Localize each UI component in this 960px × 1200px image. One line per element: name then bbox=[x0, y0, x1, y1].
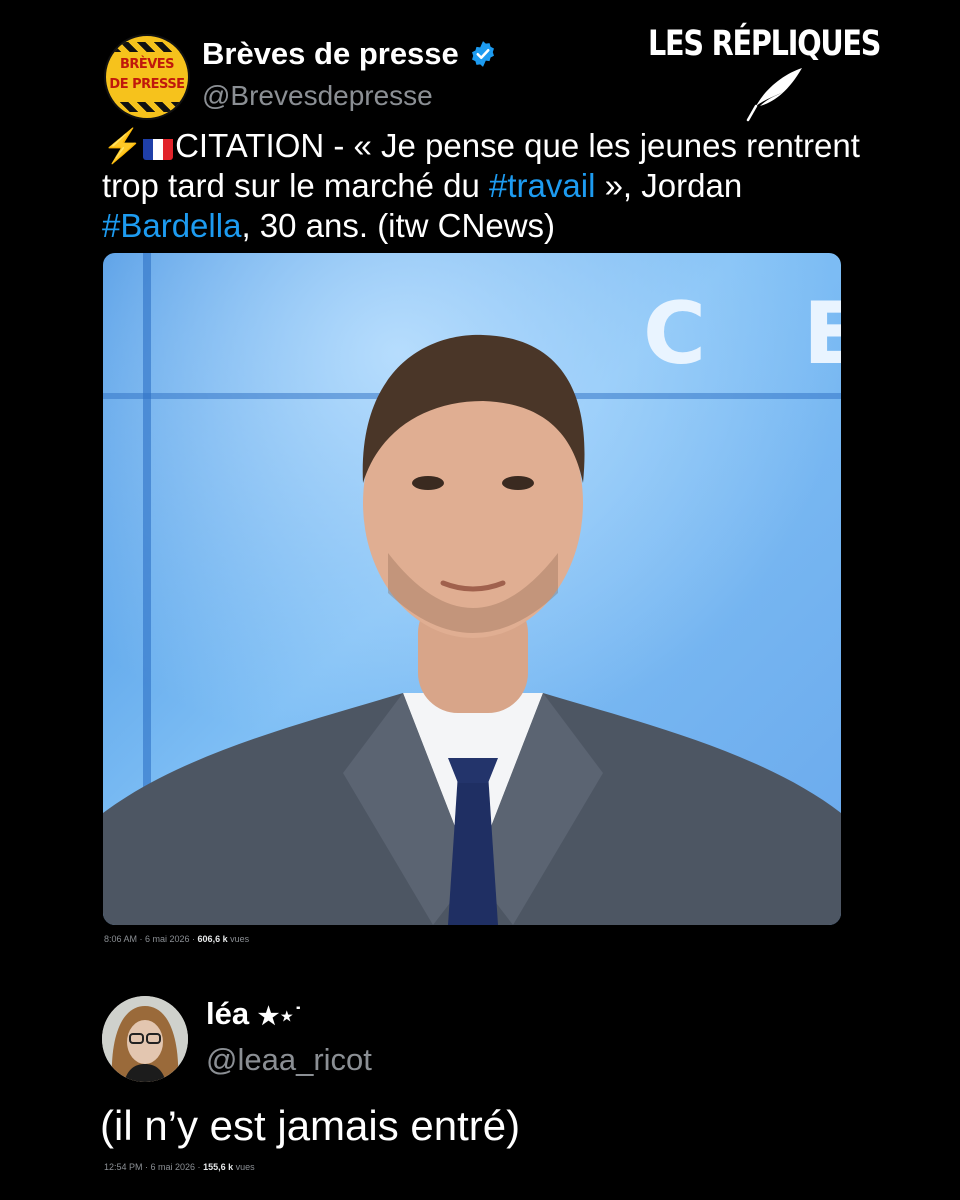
avatar[interactable] bbox=[102, 996, 188, 1082]
verified-badge-icon bbox=[471, 41, 494, 67]
author-name[interactable]: Brèves de presse bbox=[202, 36, 459, 72]
reply-time[interactable]: 12:54 PM · 6 mai 2026 · bbox=[104, 1162, 203, 1172]
photo-illustration: C E bbox=[103, 253, 841, 925]
warning-stripe bbox=[106, 42, 188, 52]
views-count: 606,6 k bbox=[197, 934, 228, 944]
author-name-row[interactable]: léa ★⋆˙ bbox=[206, 996, 302, 1032]
hashtag-link[interactable]: #Bardella bbox=[102, 207, 241, 244]
tweet-text-part: , 30 ans. (itw CNews) bbox=[241, 207, 556, 244]
author-name-row[interactable]: Brèves de presse bbox=[202, 36, 497, 72]
views-label: vues bbox=[233, 1162, 255, 1172]
france-flag-icon bbox=[143, 134, 174, 160]
warning-stripe bbox=[106, 102, 188, 112]
tweet-text-part: », Jordan bbox=[595, 167, 743, 204]
svg-text:C: C bbox=[643, 284, 706, 384]
quill-icon bbox=[746, 68, 802, 122]
avatar-text-top: BRÈVES bbox=[119, 57, 175, 72]
avatar-illustration bbox=[102, 996, 188, 1082]
name-symbols: ★⋆˙ bbox=[257, 1003, 303, 1030]
author-name[interactable]: léa bbox=[206, 996, 249, 1031]
reply-meta: 12:54 PM · 6 mai 2026 · 155,6 k vues bbox=[104, 1162, 255, 1172]
reply-text: (il n’y est jamais entré) bbox=[100, 1102, 521, 1149]
tweet-text-part: CITATION - « Je pense que les jeunes ren… bbox=[102, 127, 860, 204]
tweet-meta: 8:06 AM · 6 mai 2026 · 606,6 k vues bbox=[104, 934, 249, 944]
views-count: 155,6 k bbox=[203, 1162, 234, 1172]
tweet-photo[interactable]: C E bbox=[103, 253, 841, 925]
author-handle[interactable]: @Brevesdepresse bbox=[202, 80, 433, 112]
avatar-text-bottom: DE PRESSE bbox=[109, 77, 185, 92]
hashtag-link[interactable]: #travail bbox=[489, 167, 595, 204]
tweet-time[interactable]: 8:06 AM · 6 mai 2026 · bbox=[104, 934, 198, 944]
svg-text:E: E bbox=[803, 284, 841, 384]
author-handle[interactable]: @leaa_ricot bbox=[206, 1042, 372, 1078]
avatar[interactable]: BRÈVES DE PRESSE bbox=[104, 34, 190, 120]
brand-title: LES RÉPLIQUES bbox=[648, 24, 881, 64]
views-label: vues bbox=[227, 934, 250, 944]
lightning-icon: ⚡ bbox=[102, 127, 144, 164]
tweet-text: ⚡ CITATION - « Je pense que les jeunes re… bbox=[102, 126, 882, 246]
